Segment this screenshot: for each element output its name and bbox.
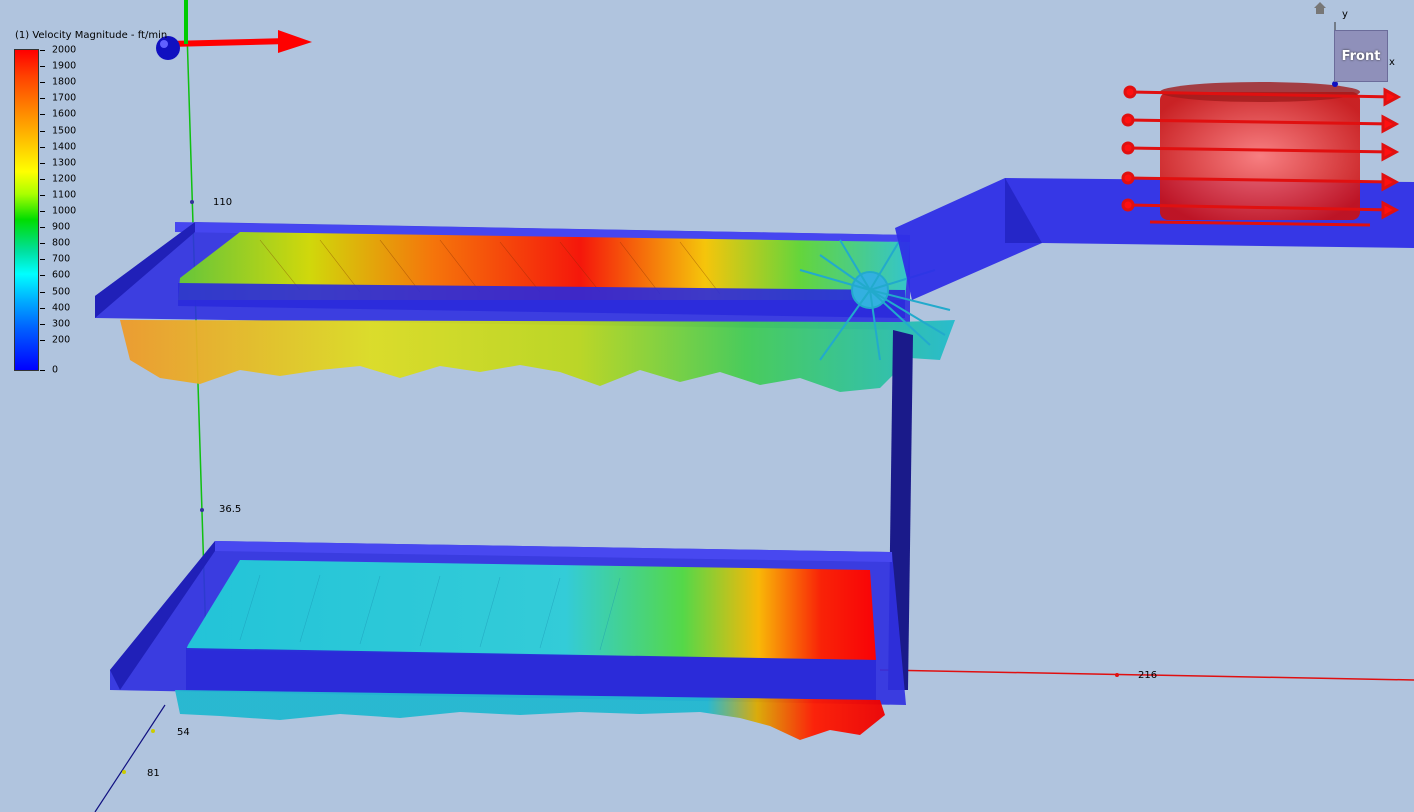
viewcube-x-label: x <box>1389 57 1395 68</box>
legend-tick-mark <box>40 130 45 132</box>
legend-tick-label: 1700 <box>52 92 77 104</box>
legend-tick-mark <box>40 370 45 371</box>
legend-tick-label: 0 <box>52 364 59 376</box>
legend-ticks: 2000 1900 1800 1700 1600 1500 1400 1300 1200 1100… <box>40 45 90 376</box>
legend-tick-label: 1800 <box>52 76 77 88</box>
legend-tick-mark <box>40 307 45 309</box>
legend-tick-label: 1400 <box>52 141 77 153</box>
axis-label-36-5: 36.5 <box>219 504 242 515</box>
legend-tick-label: 900 <box>52 221 71 233</box>
legend-tick-label: 400 <box>52 302 71 314</box>
viewcube-y-label: y <box>1342 9 1348 20</box>
legend-tick-label: 200 <box>52 334 71 346</box>
y-axis-line <box>185 0 207 641</box>
legend-tick-mark <box>40 211 45 212</box>
legend-tick-label: 1100 <box>52 189 77 201</box>
legend-tick-mark <box>40 275 45 277</box>
legend-tick-mark <box>40 178 45 180</box>
axis-label-54: 54 <box>177 727 190 738</box>
legend-title: (1) Velocity Magnitude - ft/min <box>15 30 168 41</box>
legend-tick-mark <box>40 339 45 341</box>
color-scale-bar <box>14 49 39 371</box>
legend-tick-label: 1000 <box>52 205 77 217</box>
legend-tick-label: 300 <box>52 318 71 330</box>
3d-viewport[interactable]: (1) Velocity Magnitude - ft/min 2000 1900… <box>0 0 1414 812</box>
legend-tick-mark <box>40 291 45 293</box>
legend-tick-label: 1900 <box>52 60 77 72</box>
legend-tick-mark <box>40 50 45 51</box>
legend-tick-label: 700 <box>52 253 71 265</box>
legend-tick-mark <box>40 98 45 100</box>
legend-tick-mark <box>40 82 45 84</box>
legend-tick-label: 2000 <box>52 44 77 56</box>
legend-tick-mark <box>40 243 45 245</box>
z-axis-line <box>94 704 166 812</box>
viewcube-front-face[interactable]: Front <box>1334 30 1388 82</box>
legend-tick-mark <box>40 259 45 261</box>
legend-tick-label: 600 <box>52 269 71 281</box>
legend-tick-mark <box>40 146 45 148</box>
legend-tick-mark <box>40 194 45 196</box>
legend-tick-label: 1600 <box>52 108 77 120</box>
legend-tick-label: 800 <box>52 237 71 249</box>
axis-label-110: 110 <box>213 197 233 208</box>
inlet-cylinder <box>1121 82 1402 227</box>
upper-underside-vectors <box>120 320 955 392</box>
scene-svg <box>94 0 1414 812</box>
legend-tick-mark <box>40 162 45 164</box>
lower-vector-field <box>186 560 876 660</box>
legend-tick-label: 1500 <box>52 125 77 136</box>
legend-tick-mark <box>40 323 45 325</box>
legend-tick-mark <box>40 66 45 68</box>
axis-label-81: 81 <box>147 768 160 779</box>
coordinate-triad-icon <box>156 0 312 60</box>
legend-tick-mark <box>40 227 45 229</box>
axis-label-216: 216 <box>1138 670 1158 681</box>
legend-tick-mark <box>40 114 45 116</box>
legend-tick-label: 1200 <box>52 173 77 185</box>
home-icon[interactable] <box>1313 1 1327 15</box>
legend-tick-label: 500 <box>52 286 71 297</box>
legend-tick-label: 1300 <box>52 157 77 169</box>
